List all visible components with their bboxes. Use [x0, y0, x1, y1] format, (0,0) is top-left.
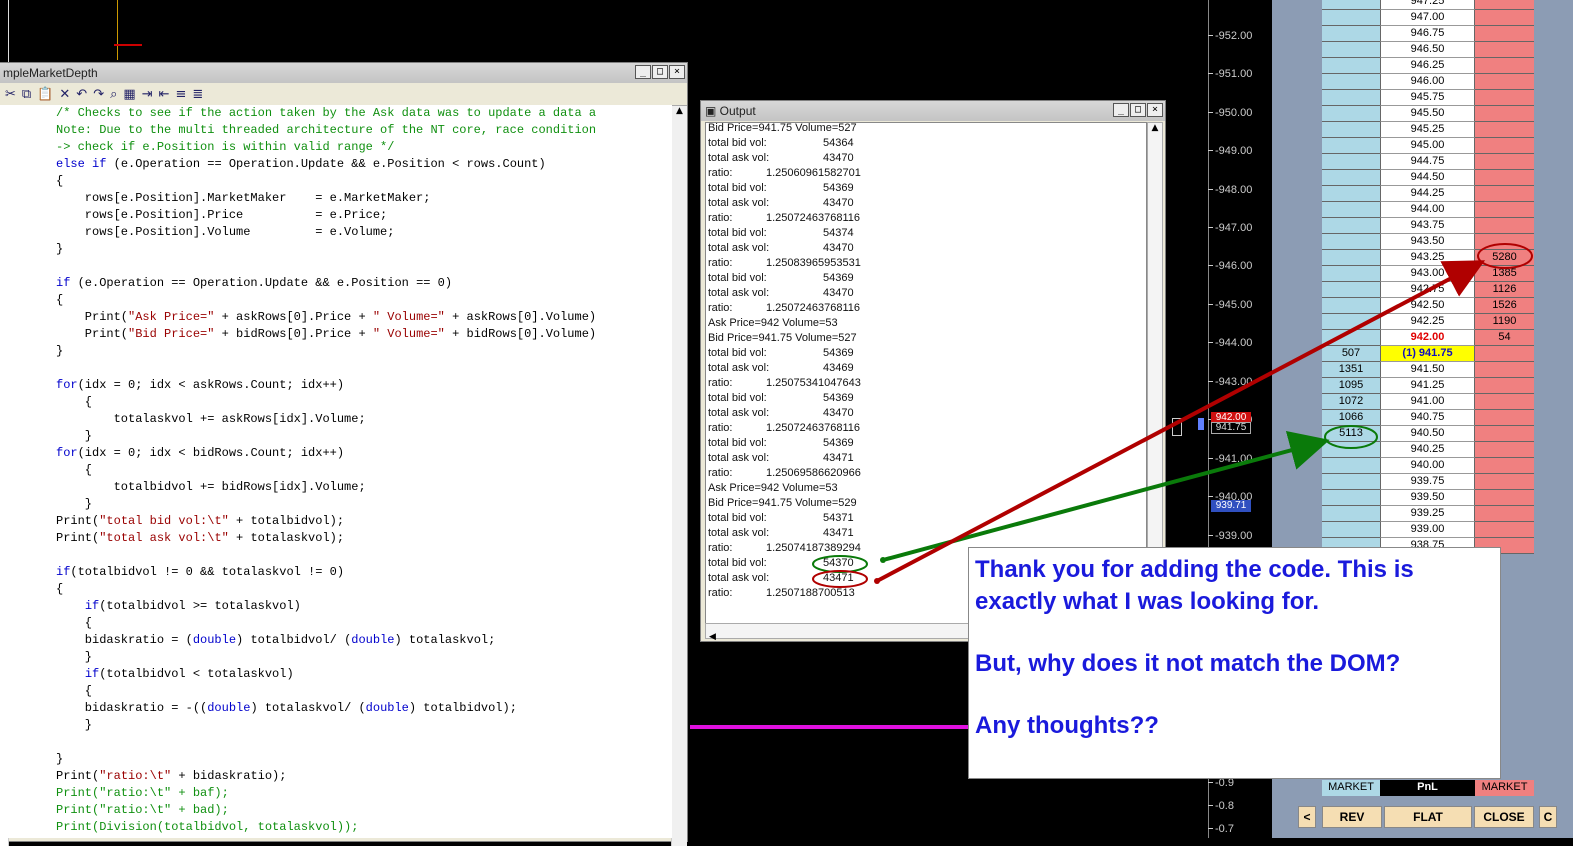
red-circle-output — [812, 570, 868, 588]
green-circle-dom — [1324, 425, 1378, 449]
red-circle-dom — [1477, 243, 1533, 269]
annotation-overlay — [812, 243, 1533, 588]
green-circle-output — [812, 555, 868, 573]
red-arrow — [876, 260, 1486, 583]
